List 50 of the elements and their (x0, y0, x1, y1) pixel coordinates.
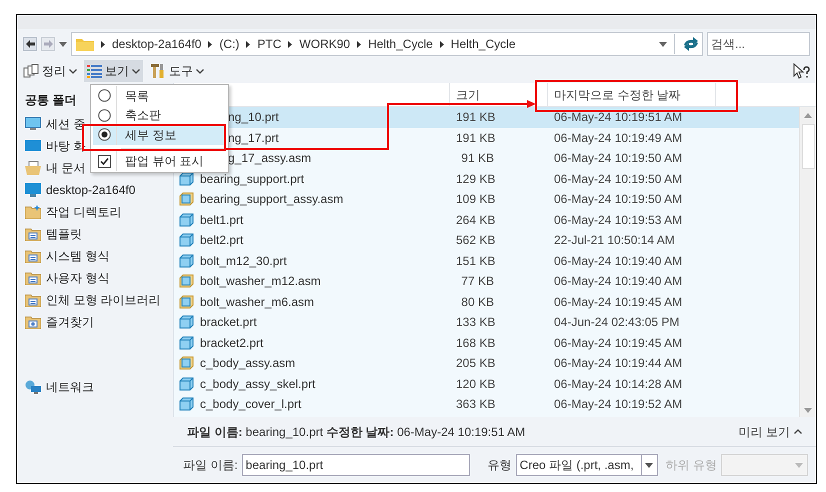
file-size: 562 KB (456, 232, 494, 250)
file-name: c_body_assy_skel.prt (200, 376, 316, 393)
file-size: 91 KB (460, 150, 494, 168)
file-date: 06-May-24 10:19:44 AM (553, 355, 684, 372)
file-date: 06-May-24 10:19:51 AM (553, 109, 684, 126)
file-date: 06-May-24 10:14:28 AM (553, 376, 684, 393)
file-size: 109 KB (456, 191, 494, 208)
file-date: 06-May-24 10:19:49 AM (553, 130, 684, 147)
file-size: 133 KB (456, 314, 494, 332)
file-size: 168 KB (456, 334, 494, 352)
file-size: 129 KB (456, 170, 494, 188)
file-name: bracket.prt (200, 314, 257, 332)
file-name: belt2.prt (200, 232, 244, 250)
file-size: 151 KB (456, 252, 494, 270)
file-size: 80 KB (460, 294, 494, 311)
file-name: c_body_cover_l.prt (200, 396, 302, 414)
file-name: bracket2.prt (200, 334, 264, 352)
file-date: 06-May-24 10:19:40 AM (553, 252, 684, 270)
file-name: c_body_assy.asm (200, 355, 296, 372)
file-date: 06-May-24 10:19:50 AM (553, 191, 684, 208)
file-date: 22-Jul-21 10:50:14 AM (553, 232, 676, 250)
file-size: 120 KB (456, 376, 494, 393)
file-date: 06-May-24 10:19:40 AM (553, 273, 684, 290)
field-label: 유형 (488, 457, 512, 474)
file-date: 06-May-24 10:19:50 AM (553, 170, 684, 188)
file-name: bolt_washer_m6.asm (200, 294, 314, 311)
file-size: 363 KB (456, 396, 494, 414)
file-name: ng_17.prt (228, 130, 279, 147)
file-date: 04-Jun-24 02:43:05 PM (553, 314, 680, 332)
file-name: bearing_support_assy.asm (200, 191, 344, 208)
file-date: 06-May-24 10:19:52 AM (553, 396, 684, 414)
file-date: 06-May-24 10:19:45 AM (553, 334, 684, 352)
file-size: 205 KB (456, 355, 494, 372)
file-info-text: 파일 이름: bearing_10.prt 수정한 날짜: 06-May-24 10:19:51 AM (187, 424, 526, 440)
file-name: bolt_m12_30.prt (200, 252, 287, 270)
file-name: bolt_washer_m12.asm (200, 273, 321, 290)
field-label: 하위 유형 (666, 457, 718, 474)
file-name: belt1.prt (200, 212, 244, 229)
file-name: g_17_assy.asm (228, 150, 312, 168)
file-size: 77 KB (460, 273, 494, 290)
file-size: 264 KB (456, 212, 494, 229)
file-name: bearing_support.prt (200, 170, 304, 188)
file-name: ng_10.prt (228, 109, 279, 126)
file-size: 191 KB (456, 109, 494, 126)
file-date: 06-May-24 10:19:53 AM (553, 212, 684, 229)
sidebar-heading: 공통 폴더 (25, 92, 76, 109)
file-size: 191 KB (456, 130, 494, 147)
file-date: 06-May-24 10:19:50 AM (553, 150, 684, 168)
file-date: 06-May-24 10:19:45 AM (553, 294, 684, 311)
field-label: 파일 이름: (183, 457, 238, 474)
